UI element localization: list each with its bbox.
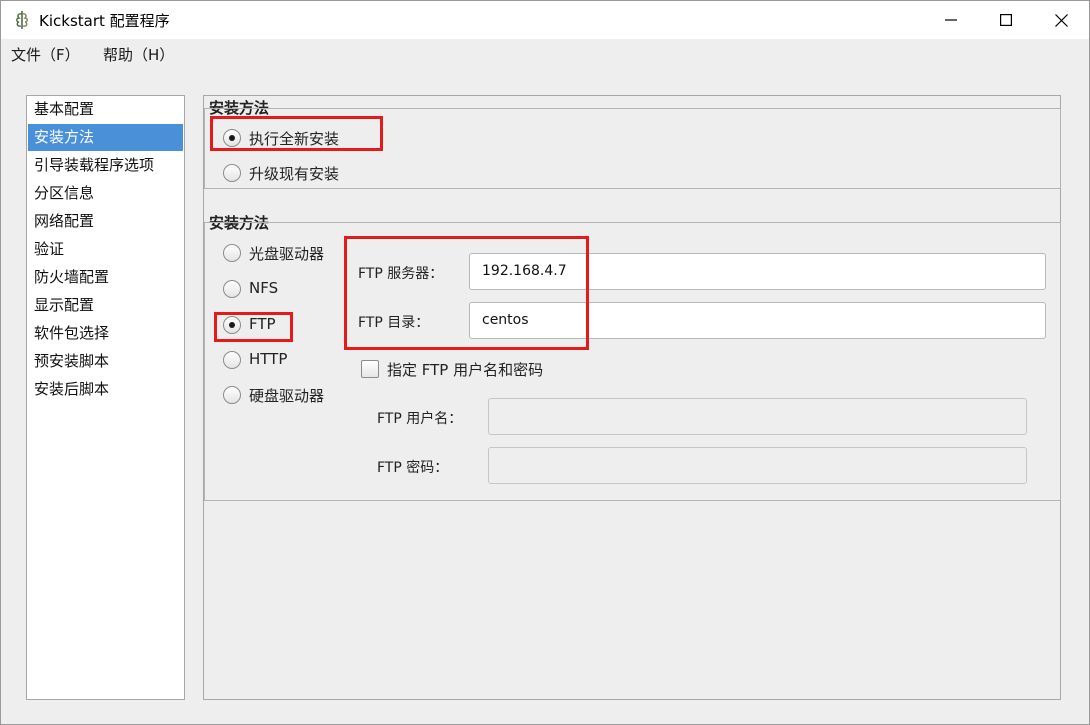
close-button[interactable] [1033, 1, 1089, 39]
menu-help[interactable]: 帮助（H） [103, 44, 174, 65]
radio-cdrom[interactable] [223, 244, 241, 262]
ftp-user-label: FTP 用户名： [377, 411, 463, 427]
specify-credentials-checkbox[interactable] [361, 360, 379, 378]
radio-ftp[interactable] [223, 316, 241, 334]
radio-upgrade[interactable] [223, 164, 241, 182]
specify-credentials-label[interactable]: 指定 FTP 用户名和密码 [387, 359, 543, 380]
app-icon [13, 10, 31, 30]
ftp-server-input[interactable]: 192.168.4.7 [469, 253, 1046, 290]
maximize-button[interactable] [978, 1, 1034, 39]
radio-http[interactable] [223, 351, 241, 369]
content-area: 基本配置 安装方法 引导装载程序选项 分区信息 网络配置 验证 防火墙配置 显示… [1, 69, 1089, 724]
minimize-icon [945, 19, 957, 21]
sidebar-item-post-script[interactable]: 安装后脚本 [28, 376, 183, 403]
close-icon [1054, 13, 1068, 27]
ftp-dir-label: FTP 目录： [358, 315, 430, 331]
ftp-server-label: FTP 服务器： [358, 266, 444, 282]
sidebar-item-display[interactable]: 显示配置 [28, 292, 183, 319]
radio-fresh-install[interactable] [223, 129, 241, 147]
radio-selected-dot [229, 135, 235, 141]
radio-http-label[interactable]: HTTP [249, 350, 287, 368]
ftp-dir-input[interactable]: centos [469, 302, 1046, 339]
radio-selected-dot [229, 322, 235, 328]
minimize-button[interactable] [923, 1, 979, 39]
radio-nfs-label[interactable]: NFS [249, 279, 278, 297]
kickstart-window: Kickstart 配置程序 文件（F） 帮助（H） 基本配置 安装方法 引导装… [0, 0, 1090, 725]
sidebar-item-bootloader[interactable]: 引导装载程序选项 [28, 152, 183, 179]
sidebar-item-packages[interactable]: 软件包选择 [28, 320, 183, 347]
ftp-password-input[interactable] [488, 447, 1027, 484]
sidebar-item-install-method[interactable]: 安装方法 [28, 124, 183, 151]
radio-harddrive-label[interactable]: 硬盘驱动器 [249, 385, 324, 406]
radio-nfs[interactable] [223, 280, 241, 298]
sidebar-item-partition[interactable]: 分区信息 [28, 180, 183, 207]
menu-bar: 文件（F） 帮助（H） [1, 39, 1089, 69]
sidebar-item-firewall[interactable]: 防火墙配置 [28, 264, 183, 291]
sidebar-item-basic[interactable]: 基本配置 [28, 96, 183, 123]
maximize-icon [1000, 14, 1012, 26]
sidebar-item-network[interactable]: 网络配置 [28, 208, 183, 235]
ftp-password-label: FTP 密码： [377, 460, 449, 476]
radio-fresh-install-label[interactable]: 执行全新安装 [249, 128, 339, 149]
category-list[interactable]: 基本配置 安装方法 引导装载程序选项 分区信息 网络配置 验证 防火墙配置 显示… [26, 95, 185, 700]
sidebar-item-pre-script[interactable]: 预安装脚本 [28, 348, 183, 375]
menu-file[interactable]: 文件（F） [11, 44, 80, 65]
ftp-user-input[interactable] [488, 398, 1027, 435]
sidebar-item-auth[interactable]: 验证 [28, 236, 183, 263]
radio-cdrom-label[interactable]: 光盘驱动器 [249, 243, 324, 264]
radio-ftp-label[interactable]: FTP [249, 315, 276, 333]
radio-upgrade-label[interactable]: 升级现有安装 [249, 163, 339, 184]
window-title: Kickstart 配置程序 [39, 12, 170, 30]
title-bar: Kickstart 配置程序 [1, 1, 1089, 39]
radio-harddrive[interactable] [223, 386, 241, 404]
install-method-panel: 安装方法 执行全新安装 升级现有安装 安装方法 光盘驱动器 NFS FTP HT… [203, 95, 1061, 700]
